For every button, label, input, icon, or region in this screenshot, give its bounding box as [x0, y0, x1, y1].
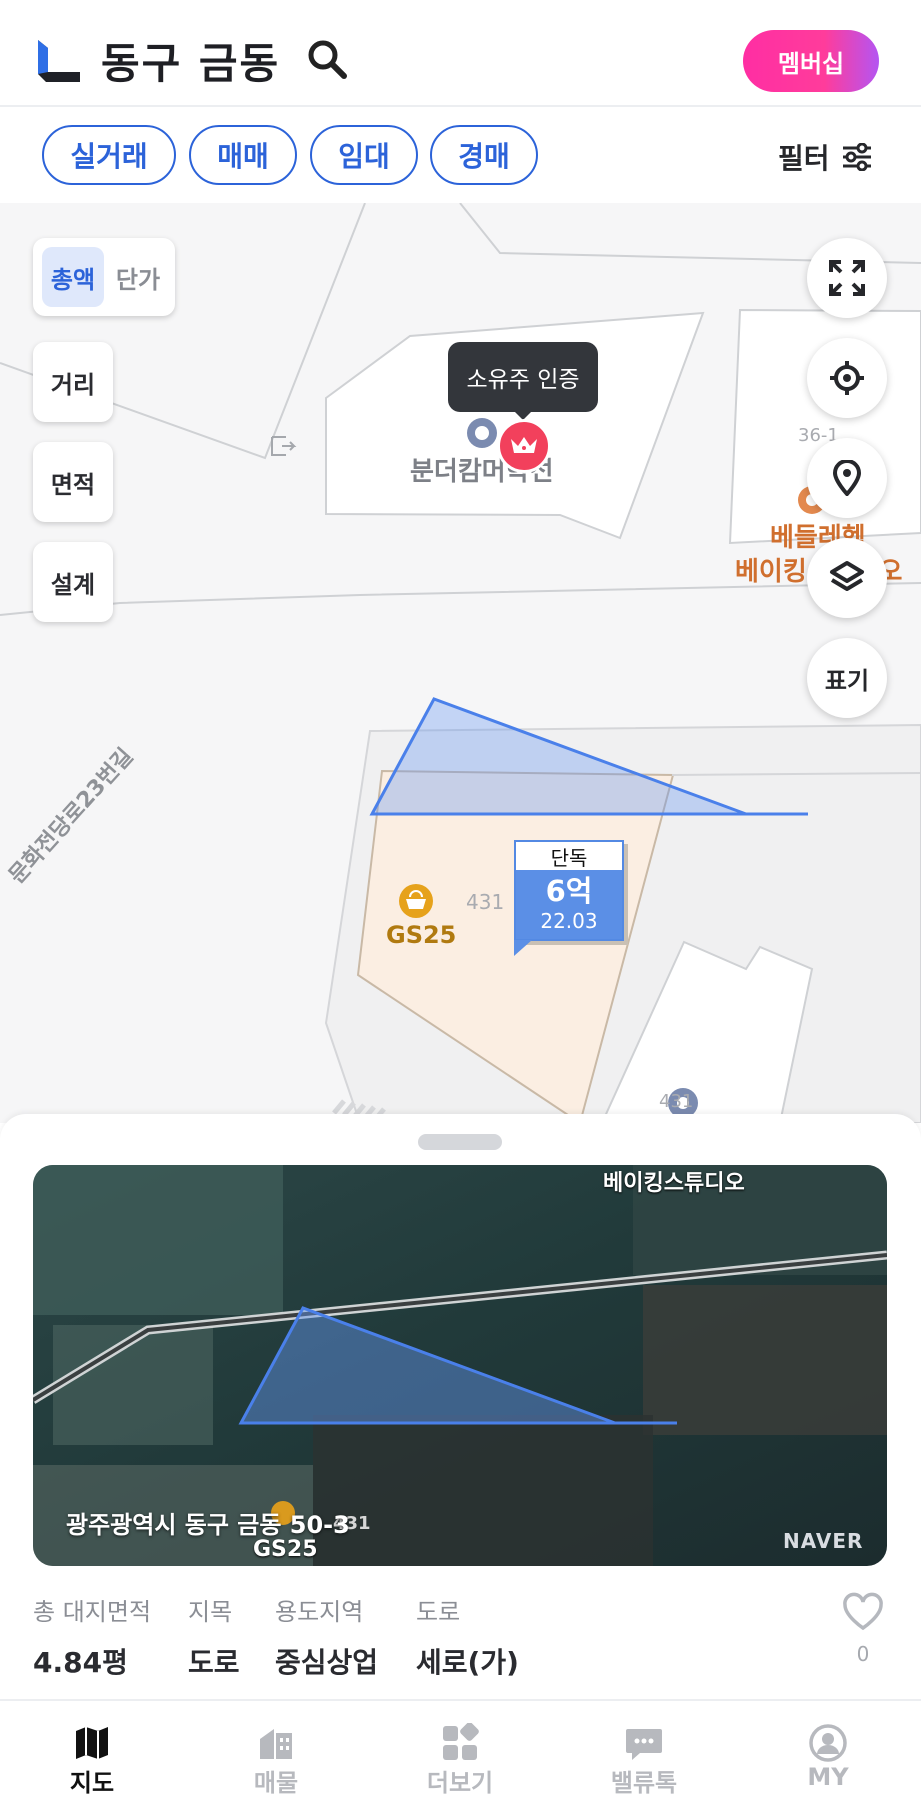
aerial-store-label: GS25: [253, 1537, 318, 1562]
display-options-button[interactable]: 표기: [807, 638, 887, 718]
fullscreen-button[interactable]: [807, 238, 887, 318]
nav-label: 밸류톡: [610, 1769, 678, 1797]
stat-label: 용도지역: [275, 1598, 364, 1626]
transaction-price-marker[interactable]: 단독 6억 22.03: [514, 840, 624, 941]
favorite-count: 0: [856, 1642, 870, 1666]
toggle-total-price[interactable]: 총액: [42, 247, 104, 307]
chip-lease[interactable]: 임대: [310, 125, 418, 185]
price-marker-type: 단독: [516, 842, 622, 870]
nav-label: 더보기: [426, 1769, 494, 1797]
parcel-number-label: 431: [466, 890, 505, 914]
map-base: [0, 203, 921, 1123]
price-mode-toggle: 총액 단가: [33, 238, 175, 316]
map-view[interactable]: 분더캄머학선 36-1 베들레헴 베이킹스튜디오 431 431 GS25 문화…: [0, 203, 921, 1123]
nav-map[interactable]: 지도: [0, 1701, 184, 1803]
map-icon: [76, 1727, 108, 1759]
property-bottom-sheet: 베이킹스튜디오 GS25 431 광주광역시 동구 금동 50-3 NAVER …: [0, 1114, 921, 1699]
price-marker-price: 6억: [545, 874, 593, 908]
heart-icon: [843, 1592, 883, 1631]
nav-listings[interactable]: 매물: [184, 1701, 368, 1803]
favorite-button[interactable]: 0: [838, 1592, 888, 1666]
design-tool-button[interactable]: 설계: [33, 542, 113, 622]
nav-label: MY: [807, 1763, 849, 1791]
property-address: 광주광역시 동구 금동 50-3: [66, 1511, 350, 1539]
expand-icon: [829, 260, 865, 296]
stat-value: 4.84평: [33, 1646, 128, 1679]
nav-label: 지도: [69, 1769, 115, 1797]
crosshair-icon: [830, 361, 864, 395]
stat-value: 중심상업: [275, 1646, 379, 1679]
current-location-button[interactable]: [807, 338, 887, 418]
place-pin-button[interactable]: [807, 438, 887, 518]
nav-label: 매물: [253, 1769, 299, 1797]
search-icon[interactable]: [304, 36, 350, 82]
map-provider-watermark: NAVER: [783, 1529, 864, 1553]
poi-store-label[interactable]: GS25: [386, 921, 456, 949]
stat-land-area: 총 대지면적 4.84평: [33, 1592, 151, 1681]
stat-zoning: 용도지역 중심상업: [275, 1592, 378, 1681]
filter-bar: 실거래 매매 임대 경매 필터: [0, 107, 921, 203]
sheet-handle[interactable]: [418, 1134, 502, 1150]
sliders-icon: [842, 143, 871, 171]
stat-value: 도로: [188, 1646, 240, 1679]
chip-auction[interactable]: 경매: [430, 125, 538, 185]
nav-valuetalk[interactable]: 밸류톡: [552, 1701, 736, 1803]
aerial-photo[interactable]: 베이킹스튜디오 GS25 431 광주광역시 동구 금동 50-3 NAVER: [33, 1165, 887, 1566]
nav-my[interactable]: MY: [736, 1701, 920, 1803]
parcel-number-label: 431: [659, 1091, 694, 1112]
membership-button[interactable]: 멤버십: [743, 30, 879, 92]
chip-sale[interactable]: 매매: [189, 125, 297, 185]
chip-real-transactions[interactable]: 실거래: [42, 125, 176, 185]
stat-land-category: 지목 도로: [188, 1592, 240, 1681]
aerial-poi-label: 베이킹스튜디오: [603, 1171, 745, 1196]
crown-icon[interactable]: [497, 419, 551, 473]
grid-icon: [443, 1723, 479, 1760]
stat-road: 도로 세로(가): [416, 1592, 519, 1681]
toggle-unit-price[interactable]: 단가: [107, 247, 169, 307]
filter-label: 필터: [778, 142, 830, 175]
layers-button[interactable]: [807, 538, 887, 618]
stat-label: 도로: [416, 1598, 461, 1626]
map-pin-icon: [832, 460, 862, 496]
nav-more[interactable]: 더보기: [368, 1701, 552, 1803]
owner-verified-tooltip[interactable]: 소유주 인증: [448, 342, 598, 412]
filter-button[interactable]: 필터: [778, 137, 872, 177]
area-tool-button[interactable]: 면적: [33, 442, 113, 522]
building-icon: [260, 1729, 292, 1759]
chat-icon: [626, 1729, 662, 1760]
stat-value: 세로(가): [416, 1646, 519, 1679]
user-icon: [809, 1724, 847, 1762]
app-logo-icon: [38, 40, 80, 82]
stat-label: 지목: [188, 1598, 233, 1626]
region-title[interactable]: 동구 금동: [101, 30, 280, 91]
layers-icon: [830, 561, 864, 591]
stat-label: 총 대지면적: [33, 1598, 152, 1626]
bottom-navigation: 지도 매물 더보기 밸류톡 MY: [0, 1699, 921, 1803]
price-marker-date: 22.03: [540, 909, 598, 933]
price-marker-tail: [514, 940, 532, 956]
top-app-bar: 동구 금동 멤버십: [0, 0, 921, 107]
distance-tool-button[interactable]: 거리: [33, 342, 113, 422]
